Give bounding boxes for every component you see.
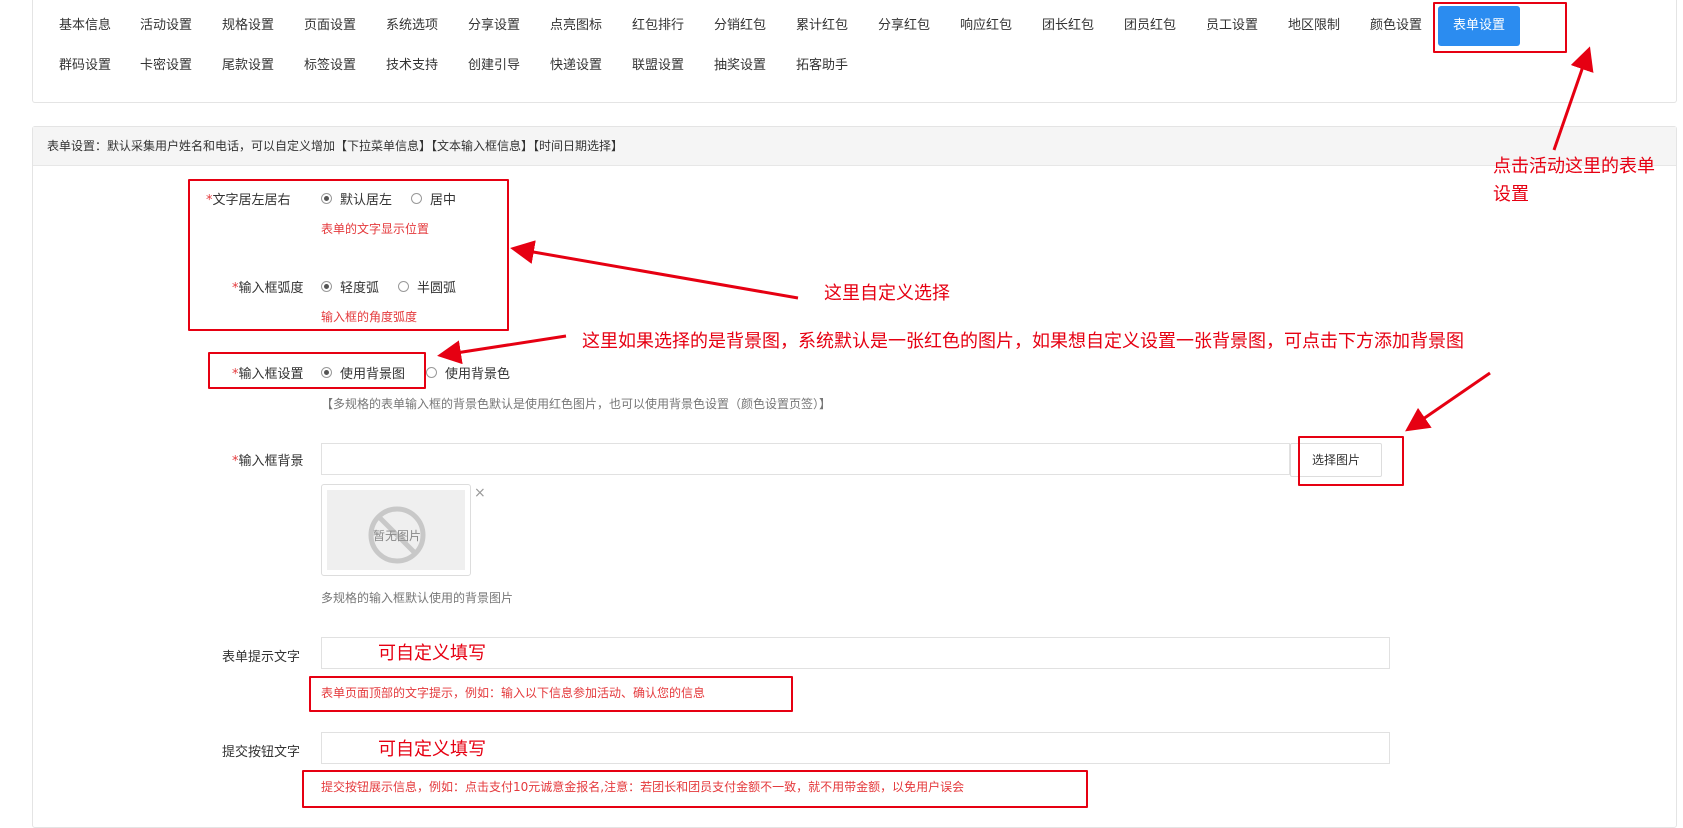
- radio-align-center[interactable]: 居中: [411, 189, 456, 208]
- tab-page-settings[interactable]: 页面设置: [304, 17, 356, 35]
- form-tip-help: 表单页面顶部的文字提示，例如：输入以下信息参加活动、确认您的信息: [321, 686, 706, 700]
- input-setting-label: *输入框设置: [232, 367, 304, 382]
- tab-distribution-redpack[interactable]: 分销红包: [714, 17, 766, 35]
- tab-spec-settings[interactable]: 规格设置: [222, 17, 274, 35]
- tab-leader-redpack[interactable]: 团长红包: [1042, 17, 1094, 35]
- radio-radius-light[interactable]: 轻度弧: [321, 277, 379, 296]
- tab-form-settings[interactable]: 表单设置: [1438, 6, 1521, 46]
- radio-use-bg-color[interactable]: 使用背景色: [426, 363, 510, 382]
- input-bg-help: 多规格的输入框默认使用的背景图片: [321, 591, 514, 605]
- tab-express-settings[interactable]: 快递设置: [550, 57, 602, 75]
- tab-basic-info[interactable]: 基本信息: [59, 17, 111, 35]
- tab-alliance-settings[interactable]: 联盟设置: [632, 57, 684, 75]
- tab-cumulative-redpack[interactable]: 累计红包: [796, 17, 848, 35]
- radio-use-bg-image[interactable]: 使用背景图: [321, 363, 405, 382]
- form-settings-notice: 表单设置：默认采集用户姓名和电话，可以自定义增加【下拉菜单信息】【文本输入框信息…: [33, 127, 1676, 166]
- tab-tech-support[interactable]: 技术支持: [386, 57, 438, 75]
- radio-dot-checked[interactable]: [321, 367, 332, 378]
- image-placeholder: 暂无图片: [327, 490, 465, 570]
- tab-final-payment[interactable]: 尾款设置: [222, 57, 274, 75]
- tab-response-redpack[interactable]: 响应红包: [960, 17, 1012, 35]
- annotation-click-form-settings: 点击活动这里的表单 设置: [1493, 156, 1655, 205]
- tab-tag-settings[interactable]: 标签设置: [304, 57, 356, 75]
- tab-light-icons[interactable]: 点亮图标: [550, 17, 602, 35]
- radio-radius-half[interactable]: 半圆弧: [398, 277, 456, 296]
- radio-dot[interactable]: [411, 193, 422, 204]
- tab-color-settings[interactable]: 颜色设置: [1370, 17, 1422, 35]
- tab-region-limit[interactable]: 地区限制: [1288, 17, 1340, 35]
- text-align-label: *文字居左居右: [206, 193, 291, 208]
- annotation-bg-image-tip: 这里如果选择的是背景图，系统默认是一张红色的图片，如果想自定义设置一张背景图，可…: [582, 331, 1464, 352]
- tab-share-redpack[interactable]: 分享红包: [878, 17, 930, 35]
- radio-dot-checked[interactable]: [321, 281, 332, 292]
- close-icon[interactable]: ×: [474, 485, 486, 501]
- text-align-help: 表单的文字显示位置: [321, 222, 430, 236]
- tabs-panel: 基本信息 活动设置 规格设置 页面设置 系统选项 分享设置 点亮图标 红包排行 …: [32, 0, 1677, 103]
- tab-member-redpack[interactable]: 团员红包: [1124, 17, 1176, 35]
- radio-dot-checked[interactable]: [321, 193, 332, 204]
- tab-group-code[interactable]: 群码设置: [59, 57, 111, 75]
- form-tip-label: 表单提示文字: [222, 650, 301, 665]
- no-image-icon: 暂无图片: [368, 506, 426, 564]
- content-panel: 表单设置：默认采集用户姓名和电话，可以自定义增加【下拉菜单信息】【文本输入框信息…: [32, 126, 1677, 828]
- tab-staff-settings[interactable]: 员工设置: [1206, 17, 1258, 35]
- input-bg-label: *输入框背景: [232, 454, 304, 469]
- tab-share-settings[interactable]: 分享设置: [468, 17, 520, 35]
- form-tip-annotation: 可自定义填写: [378, 643, 486, 664]
- input-setting-help: 【多规格的表单输入框的背景色默认是使用红色图片，也可以使用背景色设置（颜色设置页…: [321, 397, 832, 411]
- input-radius-label: *输入框弧度: [232, 281, 304, 296]
- tab-activity-settings[interactable]: 活动设置: [140, 17, 192, 35]
- tab-customer-helper[interactable]: 拓客助手: [796, 57, 848, 75]
- annotation-custom-select: 这里自定义选择: [824, 283, 950, 304]
- input-bg-path-input[interactable]: [321, 443, 1290, 475]
- tab-card-secret[interactable]: 卡密设置: [140, 57, 192, 75]
- tab-system-options[interactable]: 系统选项: [386, 17, 438, 35]
- radio-align-left[interactable]: 默认居左: [321, 189, 392, 208]
- radio-dot[interactable]: [426, 367, 437, 378]
- submit-text-help: 提交按钮展示信息，例如：点击支付10元诚意金报名,注意：若团长和团员支付金额不一…: [321, 780, 965, 794]
- tab-redpack-ranking[interactable]: 红包排行: [632, 17, 684, 35]
- tab-lottery-settings[interactable]: 抽奖设置: [714, 57, 766, 75]
- no-image-text: 暂无图片: [373, 529, 421, 543]
- tab-create-guide[interactable]: 创建引导: [468, 57, 520, 75]
- select-image-button[interactable]: 选择图片: [1290, 443, 1382, 477]
- submit-text-label: 提交按钮文字: [222, 745, 301, 760]
- submit-text-annotation: 可自定义填写: [378, 739, 486, 760]
- image-preview: 暂无图片: [321, 484, 471, 576]
- radio-dot[interactable]: [398, 281, 409, 292]
- input-radius-help: 输入框的角度弧度: [321, 310, 418, 324]
